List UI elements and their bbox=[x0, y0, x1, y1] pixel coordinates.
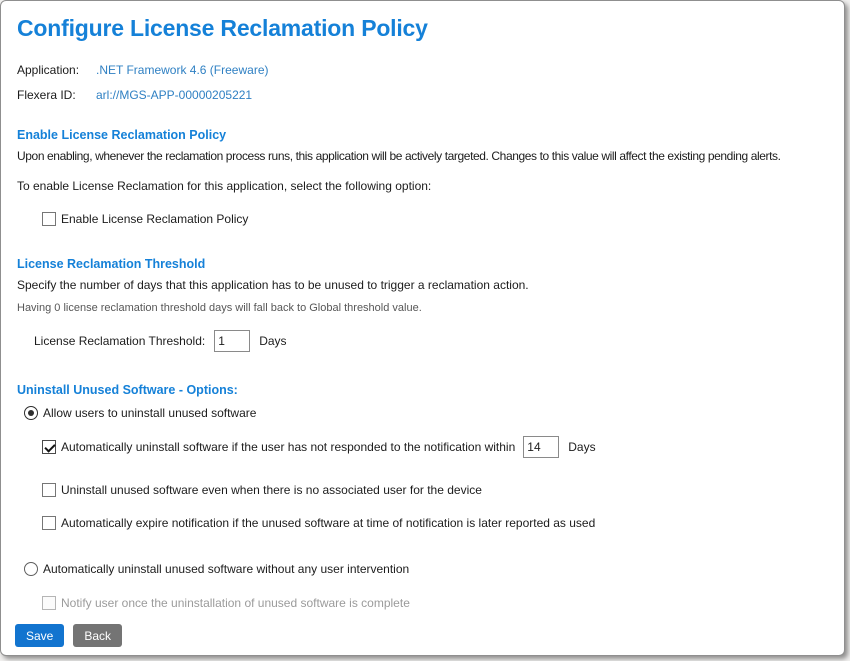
no-user-checkbox[interactable] bbox=[42, 483, 56, 497]
enable-policy-heading: Enable License Reclamation Policy bbox=[17, 127, 838, 144]
enable-policy-checkbox-row: Enable License Reclamation Policy bbox=[42, 210, 838, 228]
enable-policy-instruction: To enable License Reclamation for this a… bbox=[17, 178, 838, 195]
action-buttons: Save Back bbox=[15, 624, 838, 647]
flexera-id-value: arl://MGS-APP-00000205221 bbox=[96, 86, 252, 105]
threshold-field-label: License Reclamation Threshold: bbox=[34, 334, 205, 348]
auto-no-intervention-radio[interactable] bbox=[24, 562, 38, 576]
configure-license-reclamation-dialog: Configure License Reclamation Policy App… bbox=[0, 0, 845, 656]
application-row: Application: .NET Framework 4.6 (Freewar… bbox=[17, 61, 838, 80]
application-value: .NET Framework 4.6 (Freeware) bbox=[96, 61, 268, 80]
expire-notification-checkbox-label: Automatically expire notification if the… bbox=[61, 514, 595, 532]
auto-uninstall-days-input[interactable] bbox=[523, 436, 559, 458]
enable-policy-checkbox-label: Enable License Reclamation Policy bbox=[61, 210, 248, 228]
back-button[interactable]: Back bbox=[73, 624, 122, 647]
enable-policy-checkbox[interactable] bbox=[42, 212, 56, 226]
application-label: Application: bbox=[17, 61, 96, 80]
no-user-checkbox-label: Uninstall unused software even when ther… bbox=[61, 481, 482, 499]
expire-notification-checkbox[interactable] bbox=[42, 516, 56, 530]
threshold-heading: License Reclamation Threshold bbox=[17, 256, 838, 273]
threshold-note: Having 0 license reclamation threshold d… bbox=[17, 300, 838, 316]
auto-uninstall-checkbox[interactable] bbox=[42, 440, 56, 454]
save-button[interactable]: Save bbox=[15, 624, 64, 647]
threshold-days-unit: Days bbox=[259, 334, 286, 348]
auto-uninstall-checkbox-row: Automatically uninstall software if the … bbox=[42, 436, 838, 458]
threshold-days-input[interactable] bbox=[214, 330, 250, 352]
expire-notification-checkbox-row: Automatically expire notification if the… bbox=[42, 514, 838, 532]
auto-uninstall-checkbox-label: Automatically uninstall software if the … bbox=[61, 438, 515, 456]
allow-users-radio-row: Allow users to uninstall unused software bbox=[24, 404, 838, 422]
enable-policy-description: Upon enabling, whenever the reclamation … bbox=[17, 148, 838, 165]
no-user-checkbox-row: Uninstall unused software even when ther… bbox=[42, 481, 838, 499]
allow-users-radio-label: Allow users to uninstall unused software bbox=[43, 404, 256, 422]
uninstall-options-heading: Uninstall Unused Software - Options: bbox=[17, 382, 838, 399]
allow-users-radio[interactable] bbox=[24, 406, 38, 420]
threshold-field-row: License Reclamation Threshold: Days bbox=[34, 330, 838, 352]
application-info: Application: .NET Framework 4.6 (Freewar… bbox=[17, 61, 838, 105]
flexera-id-row: Flexera ID: arl://MGS-APP-00000205221 bbox=[17, 86, 838, 105]
auto-uninstall-days-unit: Days bbox=[568, 440, 595, 454]
auto-no-intervention-radio-label: Automatically uninstall unused software … bbox=[43, 560, 409, 578]
notify-user-checkbox-label: Notify user once the uninstallation of u… bbox=[61, 594, 410, 612]
notify-user-checkbox bbox=[42, 596, 56, 610]
threshold-description: Specify the number of days that this app… bbox=[17, 277, 838, 294]
flexera-id-label: Flexera ID: bbox=[17, 86, 96, 105]
page-title: Configure License Reclamation Policy bbox=[17, 14, 838, 42]
notify-user-checkbox-row: Notify user once the uninstallation of u… bbox=[42, 594, 838, 612]
auto-no-intervention-radio-row: Automatically uninstall unused software … bbox=[24, 560, 838, 578]
